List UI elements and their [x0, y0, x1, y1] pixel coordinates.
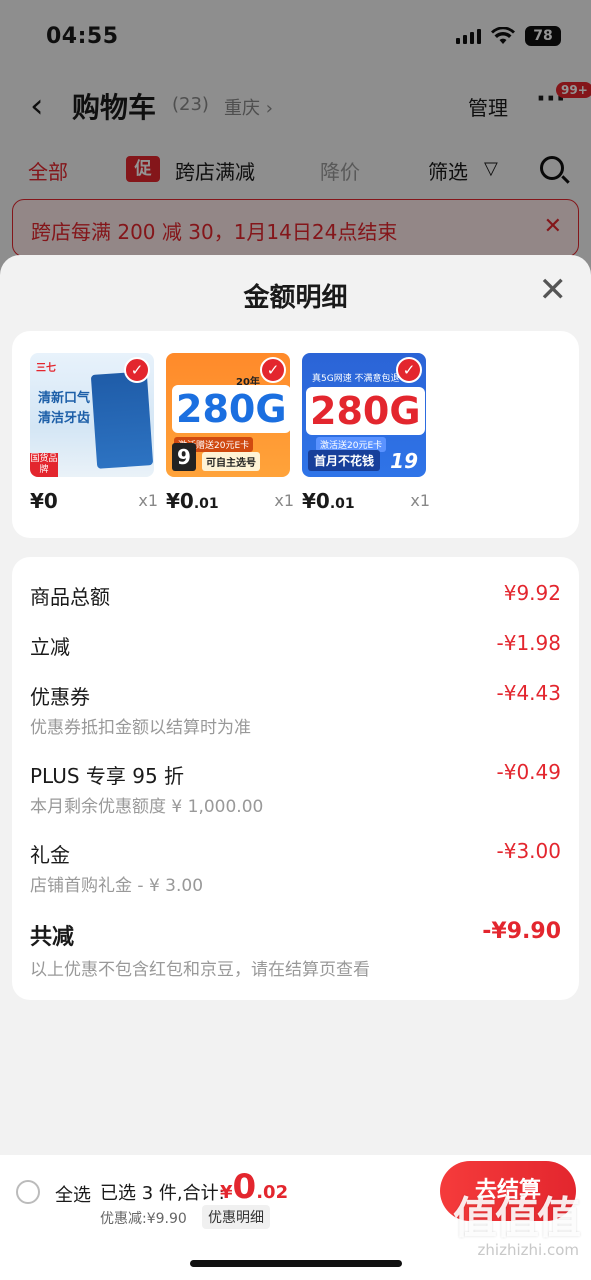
product-item[interactable]: 真5G网速 不满意包退 280G 激活送20元E卡 首月不花钱 19 ✓ ¥0.…: [302, 353, 430, 513]
product-top-text: 真5G网速 不满意包退: [312, 374, 400, 384]
discount-detail-button[interactable]: 优惠明细: [202, 1205, 270, 1229]
product-item[interactable]: 20年 280G 激活赠送20元E卡 9 可自主选号 ✓ ¥0.01 x1: [166, 353, 294, 513]
total-discount-note: 以上优惠不包含红包和京豆，请在结算页查看: [30, 960, 370, 980]
gift-money-note: 店铺首购礼金 - ¥ 3.00: [30, 876, 204, 896]
checkout-bar: 全选 已选 3 件,合计: ¥0.02 优惠减:¥9.90 优惠明细 去结算 值…: [0, 1155, 591, 1280]
plus-discount-note: 本月剩余优惠额度 ¥ 1,000.00: [30, 797, 264, 817]
goods-total-label: 商品总额: [30, 585, 110, 609]
select-all-checkbox[interactable]: [16, 1180, 40, 1204]
total-price: ¥0.02: [220, 1167, 289, 1207]
product-brand: 三七: [36, 363, 56, 374]
selected-products: 三七 清新口气 清洁牙齿 国货品牌 ✓ ¥0 x1 20年 280G 激活赠送2…: [12, 331, 579, 538]
product-image: 三七 清新口气 清洁牙齿 国货品牌 ✓: [30, 353, 154, 477]
toothpaste-box: [90, 371, 154, 469]
home-indicator: [190, 1260, 402, 1267]
product-image: 真5G网速 不满意包退 280G 激活送20元E卡 首月不花钱 19 ✓: [302, 353, 426, 477]
product-data-amount: 280G: [306, 387, 425, 435]
product-image: 20年 280G 激活赠送20元E卡 9 可自主选号 ✓: [166, 353, 290, 477]
product-qty: x1: [410, 491, 430, 510]
product-corner-price: 19: [390, 449, 418, 473]
product-pick: 可自主选号: [202, 452, 260, 471]
instant-discount-label: 立减: [30, 635, 70, 659]
gift-money-label: 礼金: [30, 843, 70, 867]
product-price: ¥0.01: [166, 489, 219, 513]
goods-total-value: ¥9.92: [503, 581, 561, 605]
coupon-value: -¥4.43: [496, 681, 561, 705]
product-number: 9: [172, 443, 196, 471]
plus-discount-label: PLUS 专享 95 折: [30, 764, 185, 788]
product-price: ¥0.01: [302, 489, 355, 513]
coupon-label: 优惠券: [30, 685, 90, 709]
product-slogan: 清新口气 清洁牙齿: [38, 391, 91, 426]
close-icon[interactable]: ✕: [539, 273, 568, 307]
sheet-title: 金额明细: [243, 283, 348, 313]
product-bottom-text: 首月不花钱: [308, 450, 381, 471]
selected-summary: 已选 3 件,合计:: [100, 1183, 225, 1204]
product-item[interactable]: 三七 清新口气 清洁牙齿 国货品牌 ✓ ¥0 x1: [30, 353, 158, 513]
plus-discount-value: -¥0.49: [496, 760, 561, 784]
amount-detail-sheet: 金额明细 ✕ 三七 清新口气 清洁牙齿 国货品牌 ✓ ¥0 x1 20年 280…: [0, 255, 591, 1280]
amount-breakdown: 商品总额 ¥9.92 立减 -¥1.98 优惠券 -¥4.43 优惠券抵扣金额以…: [12, 557, 579, 1000]
product-qty: x1: [138, 491, 158, 510]
checkmark-icon: ✓: [124, 357, 150, 383]
product-price: ¥0: [30, 489, 58, 513]
total-discount-value: -¥9.90: [482, 919, 561, 944]
checkmark-icon: ✓: [396, 357, 422, 383]
coupon-note: 优惠券抵扣金额以结算时为准: [30, 718, 251, 738]
total-discount-label: 共减: [30, 925, 75, 950]
discount-summary: 优惠减:¥9.90: [100, 1211, 187, 1227]
watermark: 值值值 zhizhizhi.com: [453, 1193, 581, 1260]
checkmark-icon: ✓: [260, 357, 286, 383]
product-data-amount: 280G: [172, 385, 290, 433]
product-tag: 国货品牌: [30, 453, 58, 477]
select-all-label[interactable]: 全选: [55, 1181, 91, 1207]
instant-discount-value: -¥1.98: [496, 631, 561, 655]
product-qty: x1: [274, 491, 294, 510]
gift-money-value: -¥3.00: [496, 839, 561, 863]
